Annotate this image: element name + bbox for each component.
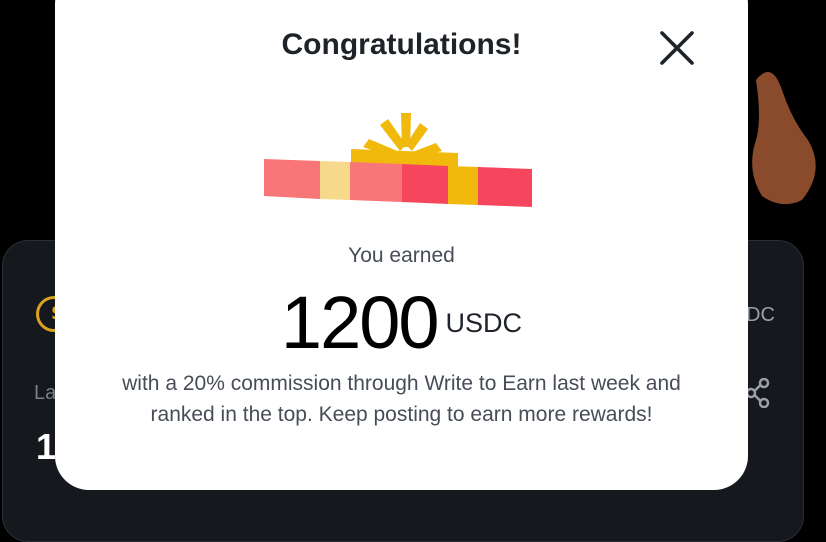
modal-title: Congratulations! [281,28,522,61]
reward-amount-row: 1200 USDC [55,280,748,365]
reward-unit: USDC [445,308,523,338]
hand-illustration-icon [752,72,816,205]
earned-label: You earned [348,244,455,267]
reward-modal: Congratulations! You earned 1200 USDC wit… [55,0,748,490]
gift-ribbon-bar [264,159,532,207]
background-value: 1 [36,426,57,467]
background-unit: DC [746,304,775,326]
gift-icon [264,113,532,207]
share-icon[interactable] [746,378,770,408]
reward-message: with a 20% commission through Write to E… [122,372,681,426]
close-icon[interactable] [655,26,699,70]
background-label: La [34,382,57,404]
reward-amount: 1200 [280,281,440,364]
